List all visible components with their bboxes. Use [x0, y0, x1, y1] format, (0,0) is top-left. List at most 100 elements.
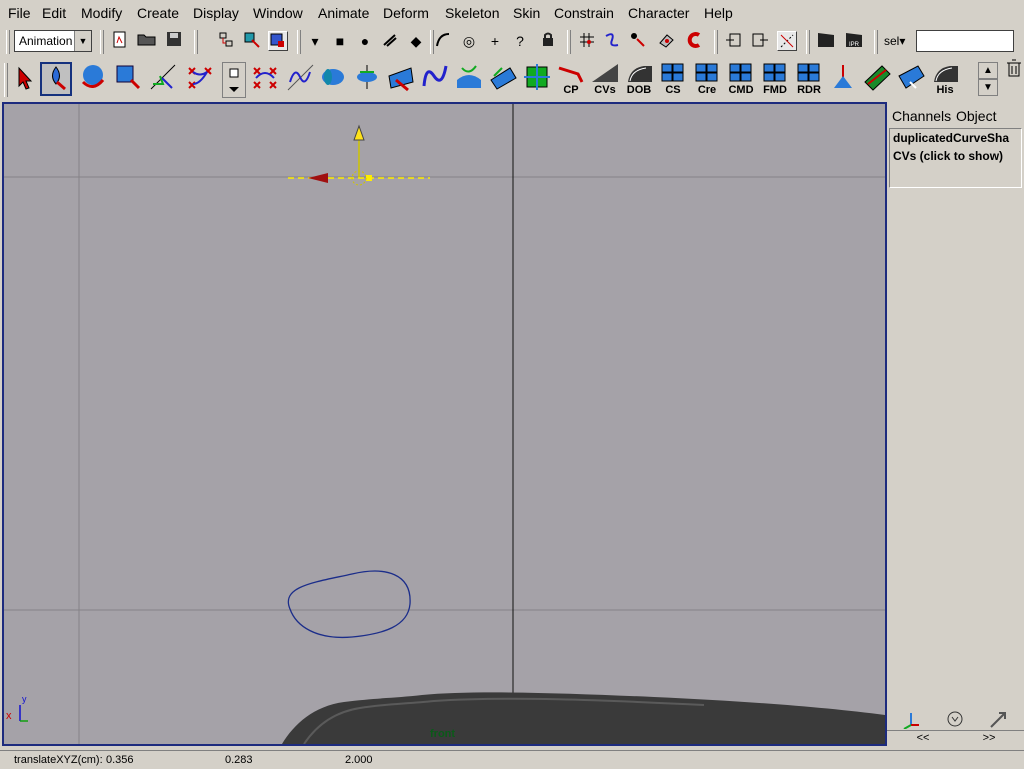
menu-modify[interactable]: Modify [81, 5, 122, 21]
artisan-icon[interactable] [862, 62, 892, 96]
shelf: CP CVs DOB CS Cre CMD FMD RDR His ▲ ▼ [0, 59, 1024, 101]
menu-character[interactable]: Character [628, 5, 689, 21]
menu-edit[interactable]: Edit [42, 5, 66, 21]
point-snap-icon[interactable] [628, 31, 648, 51]
viewport-canvas [4, 104, 885, 744]
curve-snap-icon[interactable] [602, 31, 622, 51]
render-clapper-icon[interactable] [816, 31, 836, 51]
sculpt-icon[interactable] [896, 62, 926, 96]
lock-icon[interactable] [538, 31, 558, 51]
new-scene-icon[interactable] [110, 31, 130, 51]
attach-surface-icon[interactable] [454, 62, 484, 96]
help-line: translateXYZ(cm): 0.356 0.283 2.000 [0, 750, 1024, 769]
grid-snap-icon[interactable] [577, 31, 597, 51]
scale-tool-icon[interactable] [112, 62, 142, 96]
channel-box: Channels Object duplicatedCurveSha CVs (… [887, 102, 1024, 745]
point-mask-icon[interactable]: ● [355, 31, 375, 51]
output-ops-icon[interactable] [750, 31, 770, 51]
bonus-tool-icon[interactable] [935, 709, 975, 729]
selection-mode-label[interactable]: sel▾ [884, 34, 905, 48]
fmd-label: FMD [763, 84, 787, 96]
cmd-icon[interactable]: CMD [726, 62, 756, 96]
cvs-toggle[interactable]: CVs (click to show) [890, 147, 1021, 165]
object-menu[interactable]: Object [956, 108, 996, 124]
loft-tool-icon[interactable] [386, 62, 416, 96]
cre-icon[interactable]: Cre [692, 62, 722, 96]
trash-icon[interactable] [1004, 59, 1024, 79]
cs-icon[interactable]: CS [658, 62, 688, 96]
view-plane-snap-icon[interactable] [656, 31, 676, 51]
dob-icon[interactable]: DOB [624, 62, 654, 96]
shelf-tab-menu[interactable] [222, 62, 246, 98]
boundary-tool-icon[interactable] [522, 62, 552, 96]
arrow-tool-icon[interactable] [979, 709, 1019, 729]
ipr-render-icon[interactable]: IPR [844, 31, 864, 51]
handle-mask-icon[interactable]: ■ [330, 31, 350, 51]
soft-mod-tool-icon[interactable] [185, 62, 215, 96]
bezier-curve-tool-icon[interactable] [420, 62, 450, 96]
chevron-down-icon[interactable]: ▼ [74, 31, 91, 51]
status-line: Animation ▼ ▾ ■ ● ◆ ◎ + ? IPR sel▾ [0, 27, 1024, 57]
snap-point-icon[interactable]: ◎ [459, 31, 479, 51]
front-viewport[interactable]: x y front [2, 102, 887, 746]
menu-help[interactable]: Help [704, 5, 733, 21]
lasso-tool-icon[interactable] [40, 62, 72, 96]
rdr-icon[interactable]: RDR [794, 62, 824, 96]
cv-curve-tool-icon[interactable] [250, 62, 280, 96]
birail-tool-icon[interactable] [488, 62, 518, 96]
snap-grid-icon[interactable]: + [485, 31, 505, 51]
menu-deform[interactable]: Deform [383, 5, 429, 21]
select-component-icon[interactable] [268, 31, 288, 51]
help-label: translateXYZ(cm): [14, 754, 103, 766]
input-ops-icon[interactable] [724, 31, 744, 51]
toolbar-divider [874, 30, 878, 54]
scroll-right-button[interactable]: >> [959, 731, 1019, 745]
extrude-tool-icon[interactable] [318, 62, 348, 96]
mode-selector[interactable]: Animation ▼ [14, 30, 92, 52]
channels-menu[interactable]: Channels [892, 108, 951, 124]
save-disk-icon[interactable] [164, 31, 184, 51]
menu-display[interactable]: Display [193, 5, 239, 21]
translate-y-value: 0.283 [225, 754, 253, 766]
manipulator-tool-icon[interactable] [148, 62, 178, 96]
svg-text:IPR: IPR [849, 42, 860, 48]
toolbar-grip [6, 30, 10, 54]
rotate-tool-icon[interactable] [78, 62, 108, 96]
fmd-icon[interactable]: FMD [760, 62, 790, 96]
select-tool-icon[interactable] [8, 62, 38, 96]
ep-curve-tool-icon[interactable] [285, 62, 315, 96]
line-mask-icon[interactable] [380, 31, 400, 51]
history-icon[interactable]: His [930, 62, 960, 96]
mask-menu-icon[interactable]: ▾ [305, 31, 325, 51]
shelf-scroll-down-icon[interactable]: ▼ [978, 79, 998, 96]
scroll-left-button[interactable]: << [893, 731, 953, 745]
move-manipulator[interactable] [288, 124, 430, 186]
paint-effects-icon[interactable] [828, 62, 858, 96]
revolve-tool-icon[interactable] [352, 62, 382, 96]
menu-animate[interactable]: Animate [318, 5, 369, 21]
object-name[interactable]: duplicatedCurveSha [890, 129, 1021, 147]
translate-z-value: 2.000 [345, 754, 373, 766]
show-cvs-label: CVs [594, 84, 616, 96]
menu-skin[interactable]: Skin [513, 5, 540, 21]
shelf-scroll-up-icon[interactable]: ▲ [978, 62, 998, 79]
help-question-icon[interactable]: ? [510, 31, 530, 51]
select-object-icon[interactable] [242, 31, 262, 51]
construction-history-icon[interactable] [777, 31, 797, 51]
duplicated-curve[interactable] [287, 570, 411, 639]
menu-skeleton[interactable]: Skeleton [445, 5, 499, 21]
menu-window[interactable]: Window [253, 5, 303, 21]
magnet-icon[interactable] [684, 31, 704, 51]
menu-constrain[interactable]: Constrain [554, 5, 614, 21]
menu-create[interactable]: Create [137, 5, 179, 21]
face-mask-icon[interactable]: ◆ [406, 31, 426, 51]
axis-tool-icon[interactable] [891, 709, 931, 730]
snap-curve-icon[interactable] [433, 31, 453, 51]
show-cvs-icon[interactable]: CVs [590, 62, 620, 96]
rdr-label: RDR [797, 84, 821, 96]
open-folder-icon[interactable] [137, 31, 157, 51]
create-cp-icon[interactable]: CP [556, 62, 586, 96]
select-hierarchy-icon[interactable] [216, 31, 236, 51]
menu-file[interactable]: File [8, 5, 31, 21]
selection-input[interactable] [916, 30, 1014, 52]
